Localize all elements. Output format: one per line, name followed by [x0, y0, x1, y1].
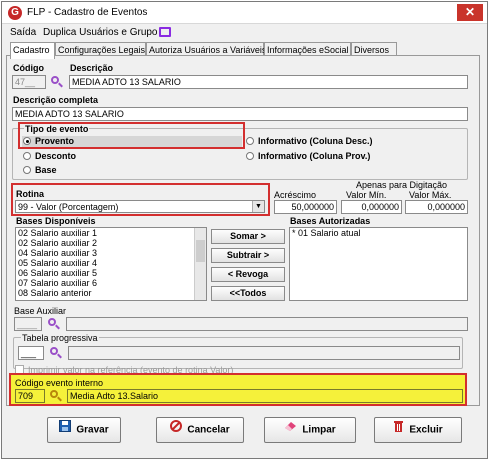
descricao-completa-label: Descrição completa: [13, 95, 99, 105]
codigo-field[interactable]: 47__: [12, 75, 46, 89]
somar-button[interactable]: Somar >: [211, 229, 285, 244]
valor-max-field[interactable]: 0,000000: [405, 200, 468, 214]
list-item[interactable]: 02 Salario auxiliar 1: [16, 228, 206, 238]
app-logo-icon: G: [8, 6, 22, 20]
gravar-button[interactable]: Gravar: [47, 417, 121, 443]
scroll-thumb[interactable]: [196, 240, 205, 262]
codigo-interno-desc-field: Media Adto 13.Salario: [67, 389, 463, 403]
tabela-progressiva-desc-field: [68, 346, 460, 360]
list-item[interactable]: 06 Salario auxiliar 5: [16, 268, 206, 278]
provento-radio[interactable]: [23, 137, 31, 145]
base-auxiliar-field[interactable]: ____: [14, 317, 42, 331]
list-item[interactable]: * 01 Salario atual: [290, 228, 467, 238]
desconto-radio[interactable]: [23, 152, 31, 160]
title-bar: G FLP - Cadastro de Eventos ✕: [2, 2, 487, 24]
limpar-button[interactable]: Limpar: [264, 417, 356, 443]
tabela-progressiva-search-icon[interactable]: [50, 347, 62, 359]
list-item[interactable]: 05 Salario auxiliar 4: [16, 258, 206, 268]
valor-min-label: Valor Mín.: [346, 190, 387, 200]
codigo-search-icon[interactable]: [51, 76, 63, 88]
informativo-desc-radio[interactable]: [246, 137, 254, 145]
base-auxiliar-desc-field: [66, 317, 468, 331]
descricao-label: Descrição: [70, 63, 114, 73]
valor-max-label: Valor Máx.: [409, 190, 452, 200]
revoga-button[interactable]: < Revoga: [211, 267, 285, 282]
provento-label[interactable]: Provento: [35, 136, 74, 146]
informativo-prov-radio[interactable]: [246, 152, 254, 160]
list-item[interactable]: 07 Salario auxiliar 6: [16, 278, 206, 288]
list-item[interactable]: 02 Salario auxiliar 2: [16, 238, 206, 248]
list-item[interactable]: 04 Salario auxiliar 3: [16, 248, 206, 258]
menu-saida[interactable]: Saída: [10, 27, 36, 38]
acrescimo-label: Acréscimo: [274, 190, 317, 200]
rotina-value: 99 - Valor (Porcentagem): [18, 202, 119, 212]
apenas-digitacao-label: Apenas para Digitação: [356, 180, 448, 190]
bases-disponiveis-list[interactable]: 02 Salario auxiliar 1 02 Salario auxilia…: [15, 227, 207, 301]
codigo-interno-field[interactable]: 709: [15, 389, 45, 403]
todos-button[interactable]: <<Todos: [211, 286, 285, 301]
base-auxiliar-search-icon[interactable]: [48, 318, 60, 330]
cancelar-button[interactable]: Cancelar: [156, 417, 244, 443]
desconto-label[interactable]: Desconto: [35, 151, 76, 161]
rotina-select[interactable]: 99 - Valor (Porcentagem) ▼: [15, 200, 265, 213]
rotina-label: Rotina: [16, 189, 44, 199]
base-auxiliar-label: Base Auxiliar: [14, 306, 67, 316]
cancelar-label: Cancelar: [187, 424, 230, 436]
valor-min-field[interactable]: 0,000000: [341, 200, 402, 214]
tab-cadastro[interactable]: Cadastro: [10, 42, 55, 59]
excluir-label: Excluir: [409, 424, 443, 436]
excluir-button[interactable]: Excluir: [374, 417, 462, 443]
chevron-down-icon[interactable]: ▼: [252, 201, 264, 212]
tabela-progressiva-field[interactable]: ___: [18, 346, 44, 360]
subtrair-button[interactable]: Subtrair >: [211, 248, 285, 263]
gravar-label: Gravar: [76, 424, 109, 436]
codigo-label: Código: [13, 63, 44, 73]
menu-duplica-usuarios[interactable]: Duplica Usuários e Grupo: [43, 27, 158, 38]
window-title: FLP - Cadastro de Eventos: [27, 7, 148, 18]
list-item[interactable]: 08 Salario anterior: [16, 288, 206, 298]
trash-icon: [393, 418, 404, 442]
bases-autorizadas-list[interactable]: * 01 Salario atual: [289, 227, 468, 301]
limpar-label: Limpar: [302, 424, 336, 436]
codigo-interno-label: Código evento interno: [15, 378, 104, 388]
eraser-icon: [284, 418, 297, 442]
tabela-progressiva-label: Tabela progressiva: [21, 333, 99, 343]
monitor-icon[interactable]: [159, 27, 171, 37]
codigo-interno-search-icon[interactable]: [50, 390, 62, 402]
save-icon: [59, 418, 72, 442]
acrescimo-field[interactable]: 50,000000: [274, 200, 337, 214]
descricao-completa-field[interactable]: MEDIA ADTO 13 SALARIO: [12, 107, 468, 121]
close-button[interactable]: ✕: [457, 4, 483, 21]
bases-disponiveis-label: Bases Disponíveis: [16, 216, 96, 226]
base-radio[interactable]: [23, 166, 31, 174]
bases-autorizadas-label: Bases Autorizadas: [290, 216, 371, 226]
informativo-desc-label[interactable]: Informativo (Coluna Desc.): [258, 136, 373, 146]
base-label[interactable]: Base: [35, 165, 57, 175]
informativo-prov-label[interactable]: Informativo (Coluna Prov.): [258, 151, 370, 161]
menu-bar: Saída Duplica Usuários e Grupo: [2, 24, 487, 40]
descricao-field[interactable]: MEDIA ADTO 13 SALARIO: [69, 75, 468, 89]
bases-scrollbar[interactable]: [194, 228, 206, 300]
cancel-icon: [170, 418, 183, 442]
